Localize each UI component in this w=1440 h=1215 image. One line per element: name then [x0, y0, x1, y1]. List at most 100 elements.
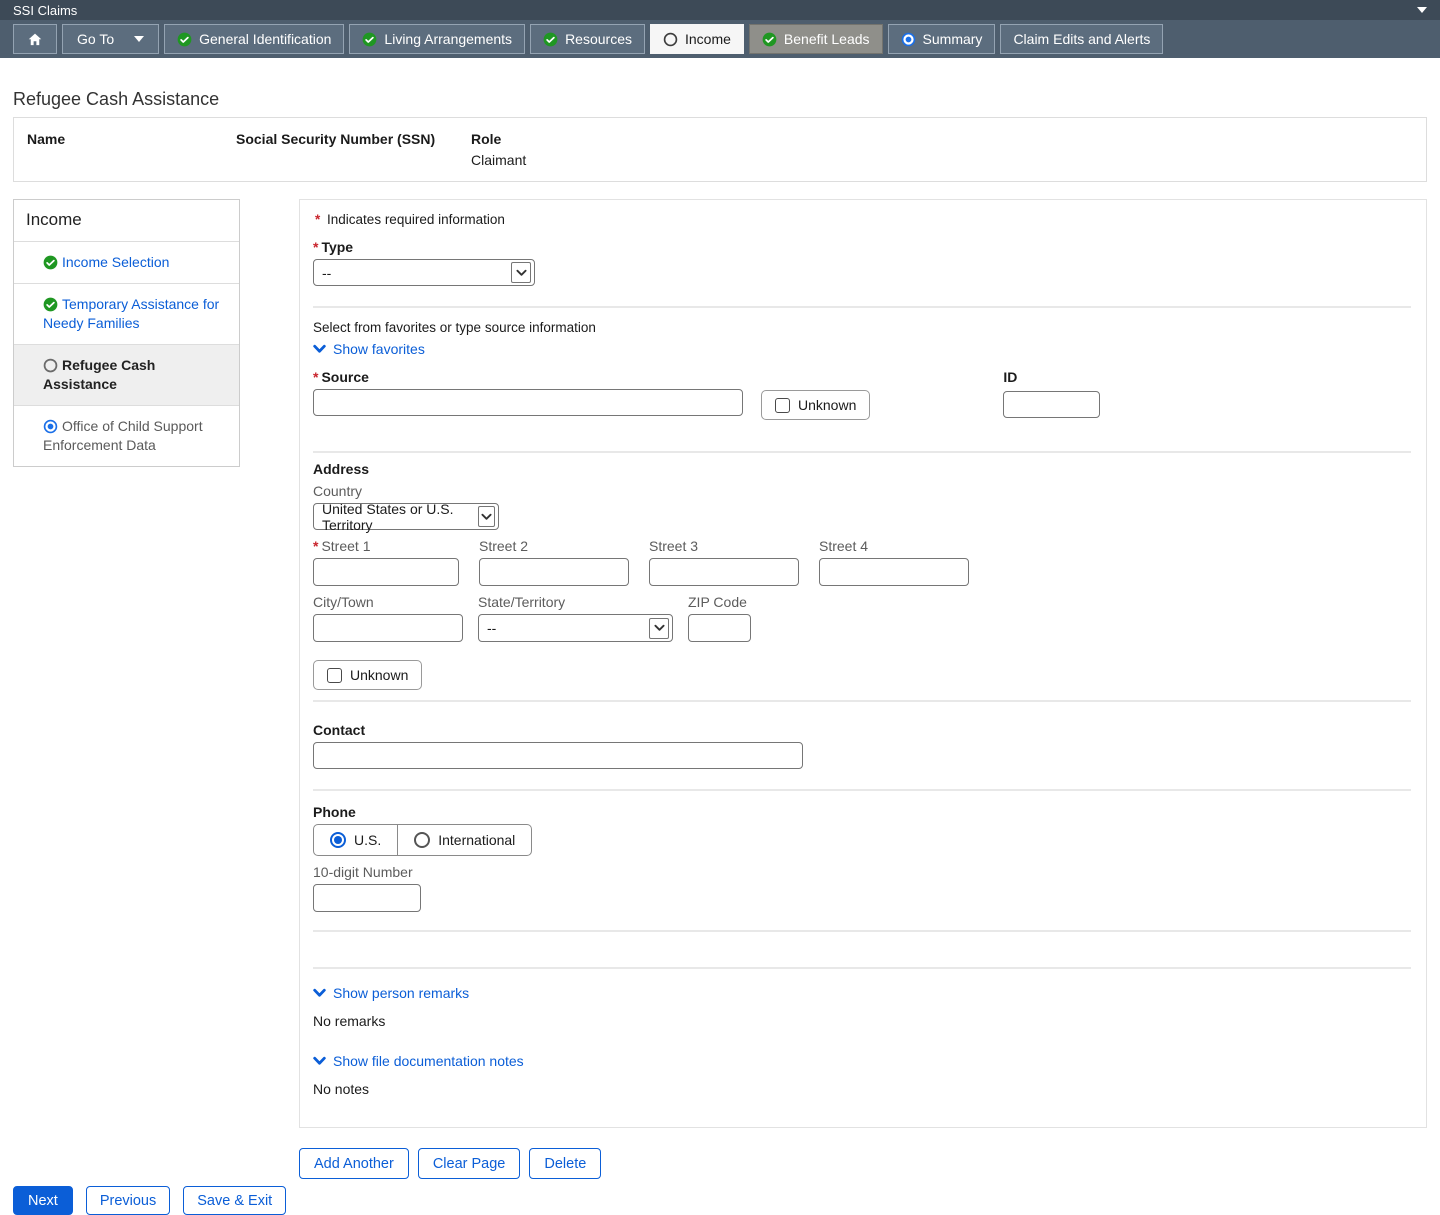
- remarks-empty-text: No remarks: [313, 1013, 1411, 1029]
- section-divider: [313, 700, 1411, 702]
- address-unknown-checkbox[interactable]: Unknown: [313, 660, 422, 690]
- radio-unselected-icon: [414, 832, 430, 848]
- zip-input[interactable]: [688, 614, 751, 642]
- street1-input[interactable]: [313, 558, 459, 586]
- tab-claim-edits-and-alerts[interactable]: Claim Edits and Alerts: [1000, 24, 1163, 54]
- check-icon: [43, 297, 58, 312]
- form-panel: * Indicates required information *Type -…: [299, 199, 1427, 1128]
- required-note: * Indicates required information: [313, 212, 1411, 227]
- chevron-down-icon: [313, 344, 326, 354]
- role-label: Role: [471, 131, 526, 147]
- tab-benefit-leads[interactable]: Benefit Leads: [749, 24, 883, 54]
- section-divider: [313, 306, 1411, 308]
- previous-button[interactable]: Previous: [86, 1186, 170, 1215]
- name-label: Name: [27, 131, 236, 147]
- source-label: *Source: [313, 369, 743, 385]
- tab-summary[interactable]: Summary: [888, 24, 996, 54]
- app-title-bar: SSI Claims: [0, 0, 1440, 20]
- phone-number-label: 10-digit Number: [313, 864, 1411, 880]
- check-icon: [362, 32, 377, 47]
- delete-button[interactable]: Delete: [529, 1148, 601, 1179]
- country-select[interactable]: United States or U.S. Territory: [313, 503, 499, 530]
- type-select[interactable]: --: [313, 259, 535, 286]
- check-icon: [543, 32, 558, 47]
- status-in-progress-icon: [901, 32, 916, 47]
- nav-bar: Go To General Identification Living Arra…: [0, 20, 1440, 58]
- home-icon: [27, 32, 43, 47]
- source-input[interactable]: [313, 389, 743, 416]
- city-label: City/Town: [313, 594, 463, 610]
- page-title: Refugee Cash Assistance: [13, 89, 1427, 110]
- chevron-down-icon: [313, 988, 326, 998]
- select-arrow-icon: [649, 618, 669, 639]
- add-another-button[interactable]: Add Another: [299, 1148, 409, 1179]
- address-heading: Address: [313, 461, 1411, 477]
- income-sidebar: Income Income Selection Temporary Assist…: [13, 199, 240, 467]
- section-divider: [313, 930, 1411, 932]
- radio-selected-icon: [330, 832, 346, 848]
- show-file-documentation-notes-toggle[interactable]: Show file documentation notes: [313, 1053, 524, 1069]
- street2-label: Street 2: [479, 538, 629, 554]
- phone-heading: Phone: [313, 804, 1411, 820]
- id-label: ID: [1003, 369, 1100, 385]
- show-person-remarks-toggle[interactable]: Show person remarks: [313, 985, 469, 1001]
- phone-number-input[interactable]: [313, 884, 421, 912]
- check-icon: [762, 32, 777, 47]
- phone-us-radio[interactable]: U.S.: [314, 825, 397, 855]
- sidebar-item-refugee-cash-assistance[interactable]: Refugee Cash Assistance: [14, 345, 239, 406]
- section-divider: [313, 451, 1411, 453]
- notes-empty-text: No notes: [313, 1081, 1411, 1097]
- check-icon: [177, 32, 192, 47]
- status-in-progress-icon: [43, 419, 58, 434]
- go-to-button[interactable]: Go To: [62, 24, 159, 54]
- next-button[interactable]: Next: [13, 1186, 73, 1215]
- required-asterisk: *: [315, 212, 320, 227]
- id-input[interactable]: [1003, 391, 1100, 418]
- circle-outline-icon: [43, 358, 58, 373]
- checkbox-icon: [327, 668, 342, 683]
- street1-label: *Street 1: [313, 538, 459, 554]
- select-arrow-icon: [478, 506, 495, 527]
- sidebar-item-income-selection[interactable]: Income Selection: [14, 242, 239, 284]
- contact-input[interactable]: [313, 742, 803, 769]
- street4-input[interactable]: [819, 558, 969, 586]
- phone-type-radio-group: U.S. International: [313, 824, 532, 856]
- home-button[interactable]: [13, 24, 57, 54]
- state-label: State/Territory: [478, 594, 673, 610]
- clear-page-button[interactable]: Clear Page: [418, 1148, 521, 1179]
- tab-income[interactable]: Income: [650, 24, 744, 54]
- country-select-value: United States or U.S. Territory: [322, 501, 478, 533]
- tab-general-identification[interactable]: General Identification: [164, 24, 344, 54]
- street2-input[interactable]: [479, 558, 629, 586]
- sidebar-item-ocse-data[interactable]: Office of Child Support Enforcement Data: [14, 406, 239, 466]
- street3-input[interactable]: [649, 558, 799, 586]
- caret-down-icon: [134, 36, 144, 42]
- save-exit-button[interactable]: Save & Exit: [183, 1186, 286, 1215]
- select-arrow-icon: [511, 262, 531, 283]
- state-select-value: --: [487, 620, 496, 636]
- favorites-hint: Select from favorites or type source inf…: [313, 320, 1411, 335]
- circle-outline-icon: [663, 32, 678, 47]
- street4-label: Street 4: [819, 538, 969, 554]
- source-unknown-checkbox[interactable]: Unknown: [761, 390, 870, 420]
- checkbox-icon: [775, 398, 790, 413]
- sidebar-item-tanf[interactable]: Temporary Assistance for Needy Families: [14, 284, 239, 345]
- tab-living-arrangements[interactable]: Living Arrangements: [349, 24, 525, 54]
- app-title: SSI Claims: [13, 3, 77, 18]
- role-value: Claimant: [471, 152, 526, 168]
- section-divider: [313, 789, 1411, 791]
- caret-down-icon[interactable]: [1417, 7, 1427, 13]
- country-label: Country: [313, 483, 1411, 499]
- type-label: *Type: [313, 239, 1411, 255]
- show-favorites-toggle[interactable]: Show favorites: [313, 341, 425, 357]
- tab-resources[interactable]: Resources: [530, 24, 645, 54]
- zip-label: ZIP Code: [688, 594, 751, 610]
- sidebar-title: Income: [14, 200, 239, 242]
- city-input[interactable]: [313, 614, 463, 642]
- state-select[interactable]: --: [478, 614, 673, 642]
- phone-international-radio[interactable]: International: [397, 825, 531, 855]
- contact-label: Contact: [313, 722, 1411, 738]
- ssn-label: Social Security Number (SSN): [236, 131, 471, 147]
- check-icon: [43, 255, 58, 270]
- chevron-down-icon: [313, 1056, 326, 1066]
